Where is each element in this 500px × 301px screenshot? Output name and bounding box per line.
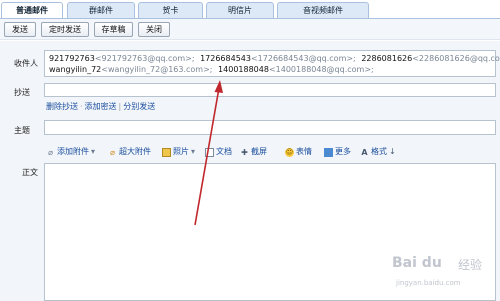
close-button[interactable]: 关闭 [138,22,170,37]
more-button[interactable]: 更多 [324,145,351,159]
large-attachment-label: 超大附件 [119,147,151,156]
recipients-label: 收件人 [14,59,38,68]
screenshot-button[interactable]: ✚ 截屏 [240,145,267,159]
format-icon: A [361,147,368,157]
attach-toolbar: ⌀ 添加附件 ▾ ⌀ 超大附件 照片 ▾ 文档 ✚ 截屏 ☺ 表情 更多 A 格… [44,145,496,159]
smiley-icon: ☺ [285,147,294,157]
recipient-name: 1400188048 [218,65,269,74]
link-separator: · [80,102,83,111]
save-draft-button[interactable]: 存草稿 [94,22,133,37]
recipient-email: <wangyilin_72@163.com>; [101,65,213,74]
tab-postcard[interactable]: 明信片 [206,2,274,18]
subject-label: 主题 [14,126,30,135]
recipients-line-1: 921792763<921792763@qq.com>; 1726684543<… [49,53,500,64]
add-attachment-label: 添加附件 [57,147,89,156]
tab-av-mail[interactable]: 音视频邮件 [277,2,369,18]
baidu-watermark: Bai du 经验 jingyan.baidu.com [392,255,496,295]
remove-cc-link[interactable]: 删除抄送 [46,102,78,111]
format-arrow-icon: ↓ [389,147,396,156]
add-bcc-link[interactable]: 添加密送 [85,102,117,111]
cc-links: 删除抄送 · 添加密送 | 分别发送 [46,101,155,112]
watermark-logo: Bai du [392,255,442,271]
recipients-line-2: wangyilin_72<wangyilin_72@163.com>; 1400… [49,64,374,75]
large-attachment-icon: ⌀ [110,147,115,157]
grid-icon [324,147,333,157]
recipients-field[interactable]: 921792763<921792763@qq.com>; 1726684543<… [44,50,500,77]
photo-label: 照片 [173,147,189,156]
compose-toolbar: 发送 定时发送 存草稿 关闭 [0,18,500,40]
large-attachment-button[interactable]: ⌀ 超大附件 [108,145,151,159]
cc-label: 抄送 [14,88,30,97]
dropdown-arrow-icon[interactable]: ▾ [91,145,95,159]
recipient-email: <921792763@qq.com>; [94,54,195,63]
dropdown-arrow-icon[interactable]: ▾ [191,145,195,159]
screenshot-icon: ✚ [241,147,248,157]
emoji-label: 表情 [296,147,312,156]
tab-group-mail[interactable]: 群邮件 [67,2,135,18]
emoji-button[interactable]: ☺ 表情 [285,145,312,159]
paperclip-icon: ⌀ [48,147,53,157]
recipient-email: <1400188048@qq.com>; [268,65,374,74]
recipient-name: 1726684543 [200,54,251,63]
watermark-url: jingyan.baidu.com [396,279,461,287]
format-label: 格式 [371,147,387,156]
watermark-text: 经验 [458,258,483,272]
send-button[interactable]: 发送 [4,22,36,37]
document-icon [205,147,214,157]
separate-send-link[interactable]: 分别发送 [123,102,155,111]
recipient-name: 921792763 [49,54,95,63]
recipient-name: 2286081626 [361,54,413,63]
cc-field[interactable] [44,83,496,97]
add-attachment-button[interactable]: ⌀ 添加附件 ▾ [46,145,95,159]
photo-button[interactable]: 照片 ▾ [162,145,195,159]
compose-tabs: 普通邮件 群邮件 贺卡 明信片 音视频邮件 [0,0,500,19]
recipient-email: <2286081626@qq.com>; [412,54,500,63]
subject-field[interactable] [44,120,496,135]
tab-greeting-card[interactable]: 贺卡 [138,2,203,18]
recipient-email: <1726684543@qq.com>; [250,54,356,63]
screenshot-label: 截屏 [251,147,267,156]
recipient-name: wangyilin_72 [49,65,102,74]
scheduled-send-button[interactable]: 定时发送 [41,22,89,37]
body-label: 正文 [22,168,38,177]
format-button[interactable]: A 格式 ↓ [360,145,396,159]
link-separator: | [118,102,122,111]
document-label: 文档 [216,147,232,156]
tab-normal-mail[interactable]: 普通邮件 [1,2,63,19]
more-label: 更多 [335,147,351,156]
document-button[interactable]: 文档 [205,145,232,159]
photo-icon [162,147,171,157]
